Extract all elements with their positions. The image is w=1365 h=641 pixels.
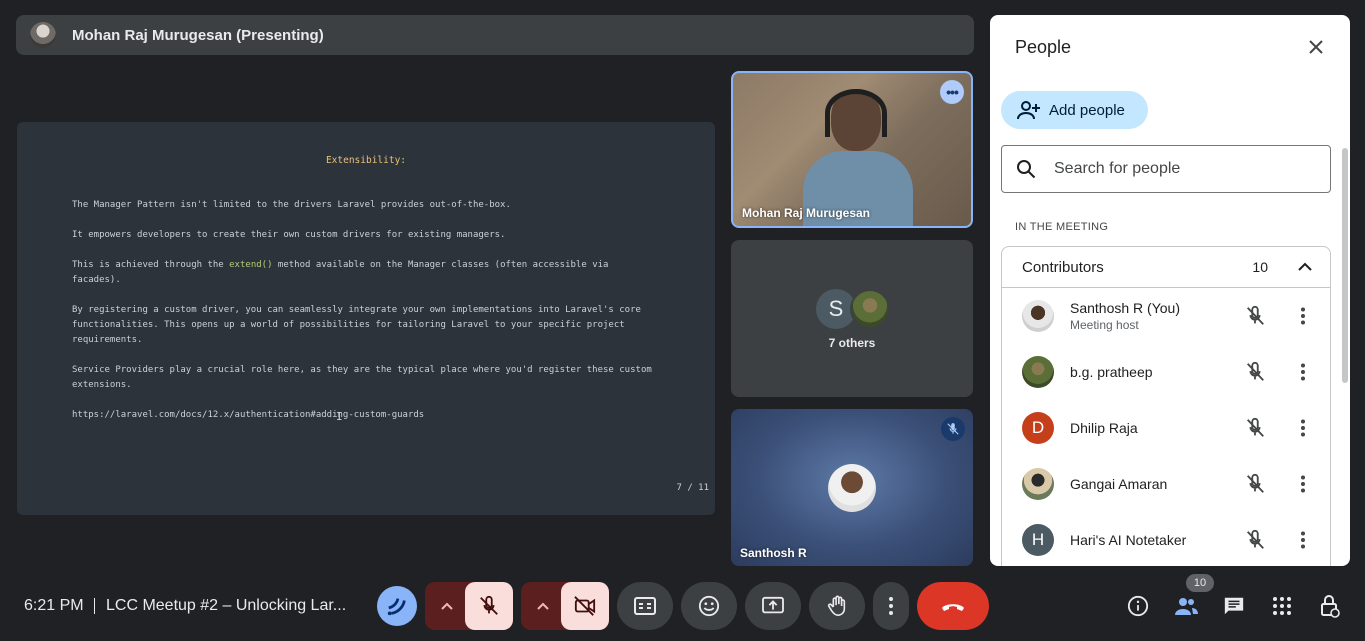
participant-row[interactable]: Gangai Amaran <box>1002 456 1330 512</box>
slide-page-number: 7 / 11 <box>676 483 709 493</box>
participant-name: Santhosh R (You) <box>1070 300 1180 316</box>
captions-icon[interactable] <box>617 582 673 630</box>
presentation-slide: Extensibility: The Manager Pattern isn't… <box>17 122 715 515</box>
slide-body: The Manager Pattern isn't limited to the… <box>72 198 652 438</box>
camera-control <box>521 582 609 630</box>
mic-control <box>425 582 513 630</box>
tile-name: Santhosh R <box>740 546 807 560</box>
people-icon[interactable] <box>1174 594 1198 618</box>
activities-icon[interactable] <box>1270 594 1294 618</box>
camera-off-icon[interactable] <box>561 582 609 630</box>
avatar <box>828 464 876 512</box>
more-options-icon[interactable] <box>1288 413 1318 443</box>
scrollbar[interactable] <box>1342 148 1348 383</box>
leave-call-button[interactable] <box>917 582 989 630</box>
video-tile-self[interactable]: Santhosh R <box>731 409 973 566</box>
participant-row[interactable]: D Dhilip Raja <box>1002 400 1330 456</box>
participant-text: Dhilip Raja <box>1070 420 1240 436</box>
meeting-title: LCC Meetup #2 – Unlocking Lar... <box>106 597 347 614</box>
avatar <box>1022 468 1054 500</box>
more-options-icon[interactable] <box>1288 357 1318 387</box>
slide-link: https://laravel.com/docs/12.x/authentica… <box>72 410 425 420</box>
raise-hand-icon[interactable] <box>809 582 865 630</box>
participant-row[interactable]: b.g. pratheep <box>1002 344 1330 400</box>
add-people-button[interactable]: Add people <box>1001 91 1148 129</box>
participant-name: Dhilip Raja <box>1070 420 1138 436</box>
section-label: IN THE MEETING <box>1015 221 1109 233</box>
slide-title: Extensibility: <box>325 155 407 166</box>
mic-off-icon[interactable] <box>1240 357 1270 387</box>
emoji-icon[interactable] <box>681 582 737 630</box>
people-list: Santhosh R (You) Meeting host b.g. prathee… <box>1002 288 1330 566</box>
more-options-icon[interactable]: ••• <box>940 80 964 104</box>
participant-row[interactable]: H Hari's AI Notetaker <box>1002 512 1330 566</box>
participant-name: Gangai Amaran <box>1070 476 1168 492</box>
participant-text: Hari's AI Notetaker <box>1070 532 1240 548</box>
mic-off-icon[interactable] <box>1240 525 1270 555</box>
chevron-up-icon[interactable] <box>425 582 469 630</box>
mic-off-icon[interactable] <box>1240 413 1270 443</box>
mic-off-icon[interactable] <box>1240 301 1270 331</box>
mic-off-icon[interactable] <box>1240 469 1270 499</box>
meeting-info-icon[interactable] <box>1126 594 1150 618</box>
slide-paragraph: By registering a custom driver, you can … <box>72 305 641 345</box>
slide-code: extend() <box>229 260 273 270</box>
present-screen-icon[interactable] <box>745 582 801 630</box>
avatar <box>1022 300 1054 332</box>
clock: 6:21 PM <box>24 597 84 614</box>
speaker-icon[interactable] <box>377 586 417 626</box>
avatar <box>1022 356 1054 388</box>
presenter-avatar <box>30 22 56 48</box>
video-tile-others[interactable]: S 7 others <box>731 240 973 397</box>
participant-row[interactable]: Santhosh R (You) Meeting host <box>1002 288 1330 344</box>
others-count-label: 7 others <box>828 336 876 350</box>
slide-paragraph: This is achieved through the extend() me… <box>72 258 652 288</box>
contributors-header[interactable]: Contributors 10 <box>1002 247 1330 288</box>
video-tile-presenter[interactable]: ••• Mohan Raj Murugesan <box>731 71 973 228</box>
group-title: Contributors <box>1022 258 1104 276</box>
divider <box>94 598 95 614</box>
search-input[interactable] <box>1054 160 1314 178</box>
presenter-name: Mohan Raj Murugesan (Presenting) <box>72 26 324 44</box>
panel-title: People <box>1015 37 1072 57</box>
text-cursor: I <box>336 410 343 423</box>
slide-paragraph: It empowers developers to create their o… <box>72 230 506 240</box>
slide-paragraph: The Manager Pattern isn't limited to the… <box>72 200 511 210</box>
presenter-bar: Mohan Raj Murugesan (Presenting) <box>16 15 974 55</box>
more-options-icon[interactable] <box>1288 301 1318 331</box>
group-count: 10 <box>1252 259 1268 275</box>
add-people-label: Add people <box>1049 101 1125 119</box>
slide-paragraph: Service Providers play a crucial role he… <box>72 365 652 390</box>
hang-up-icon <box>942 604 964 611</box>
mic-off-icon[interactable] <box>465 582 513 630</box>
more-options-icon[interactable] <box>873 582 909 630</box>
participant-role: Meeting host <box>1070 318 1139 332</box>
avatar: D <box>1022 412 1054 444</box>
search-icon <box>1017 160 1036 179</box>
people-panel: People Add people IN THE MEETING Contrib… <box>990 15 1350 566</box>
search-box[interactable] <box>1001 145 1331 193</box>
more-options-icon[interactable] <box>1288 469 1318 499</box>
participant-text: Gangai Amaran <box>1070 476 1240 492</box>
tile-name: Mohan Raj Murugesan <box>742 206 871 220</box>
participant-name: Hari's AI Notetaker <box>1070 532 1187 548</box>
avatar: H <box>1022 524 1054 556</box>
add-person-icon <box>1017 101 1040 120</box>
more-options-icon[interactable] <box>1288 525 1318 555</box>
chat-icon[interactable] <box>1222 594 1246 618</box>
close-icon[interactable] <box>1304 35 1328 59</box>
people-count-badge: 10 <box>1186 574 1214 592</box>
others-avatars: S <box>816 289 896 329</box>
mic-off-icon <box>941 417 965 441</box>
participant-text: b.g. pratheep <box>1070 364 1240 380</box>
participant-text: Santhosh R (You) Meeting host <box>1070 300 1240 332</box>
contributors-group: Contributors 10 Santhosh R (You) Meeting … <box>1001 246 1331 566</box>
participant-name: b.g. pratheep <box>1070 364 1153 380</box>
chevron-up-icon[interactable] <box>521 582 565 630</box>
slide-text: This is achieved through the <box>72 260 230 270</box>
chevron-up-icon <box>1298 262 1312 271</box>
host-controls-icon[interactable] <box>1318 594 1342 618</box>
avatar <box>850 289 890 329</box>
